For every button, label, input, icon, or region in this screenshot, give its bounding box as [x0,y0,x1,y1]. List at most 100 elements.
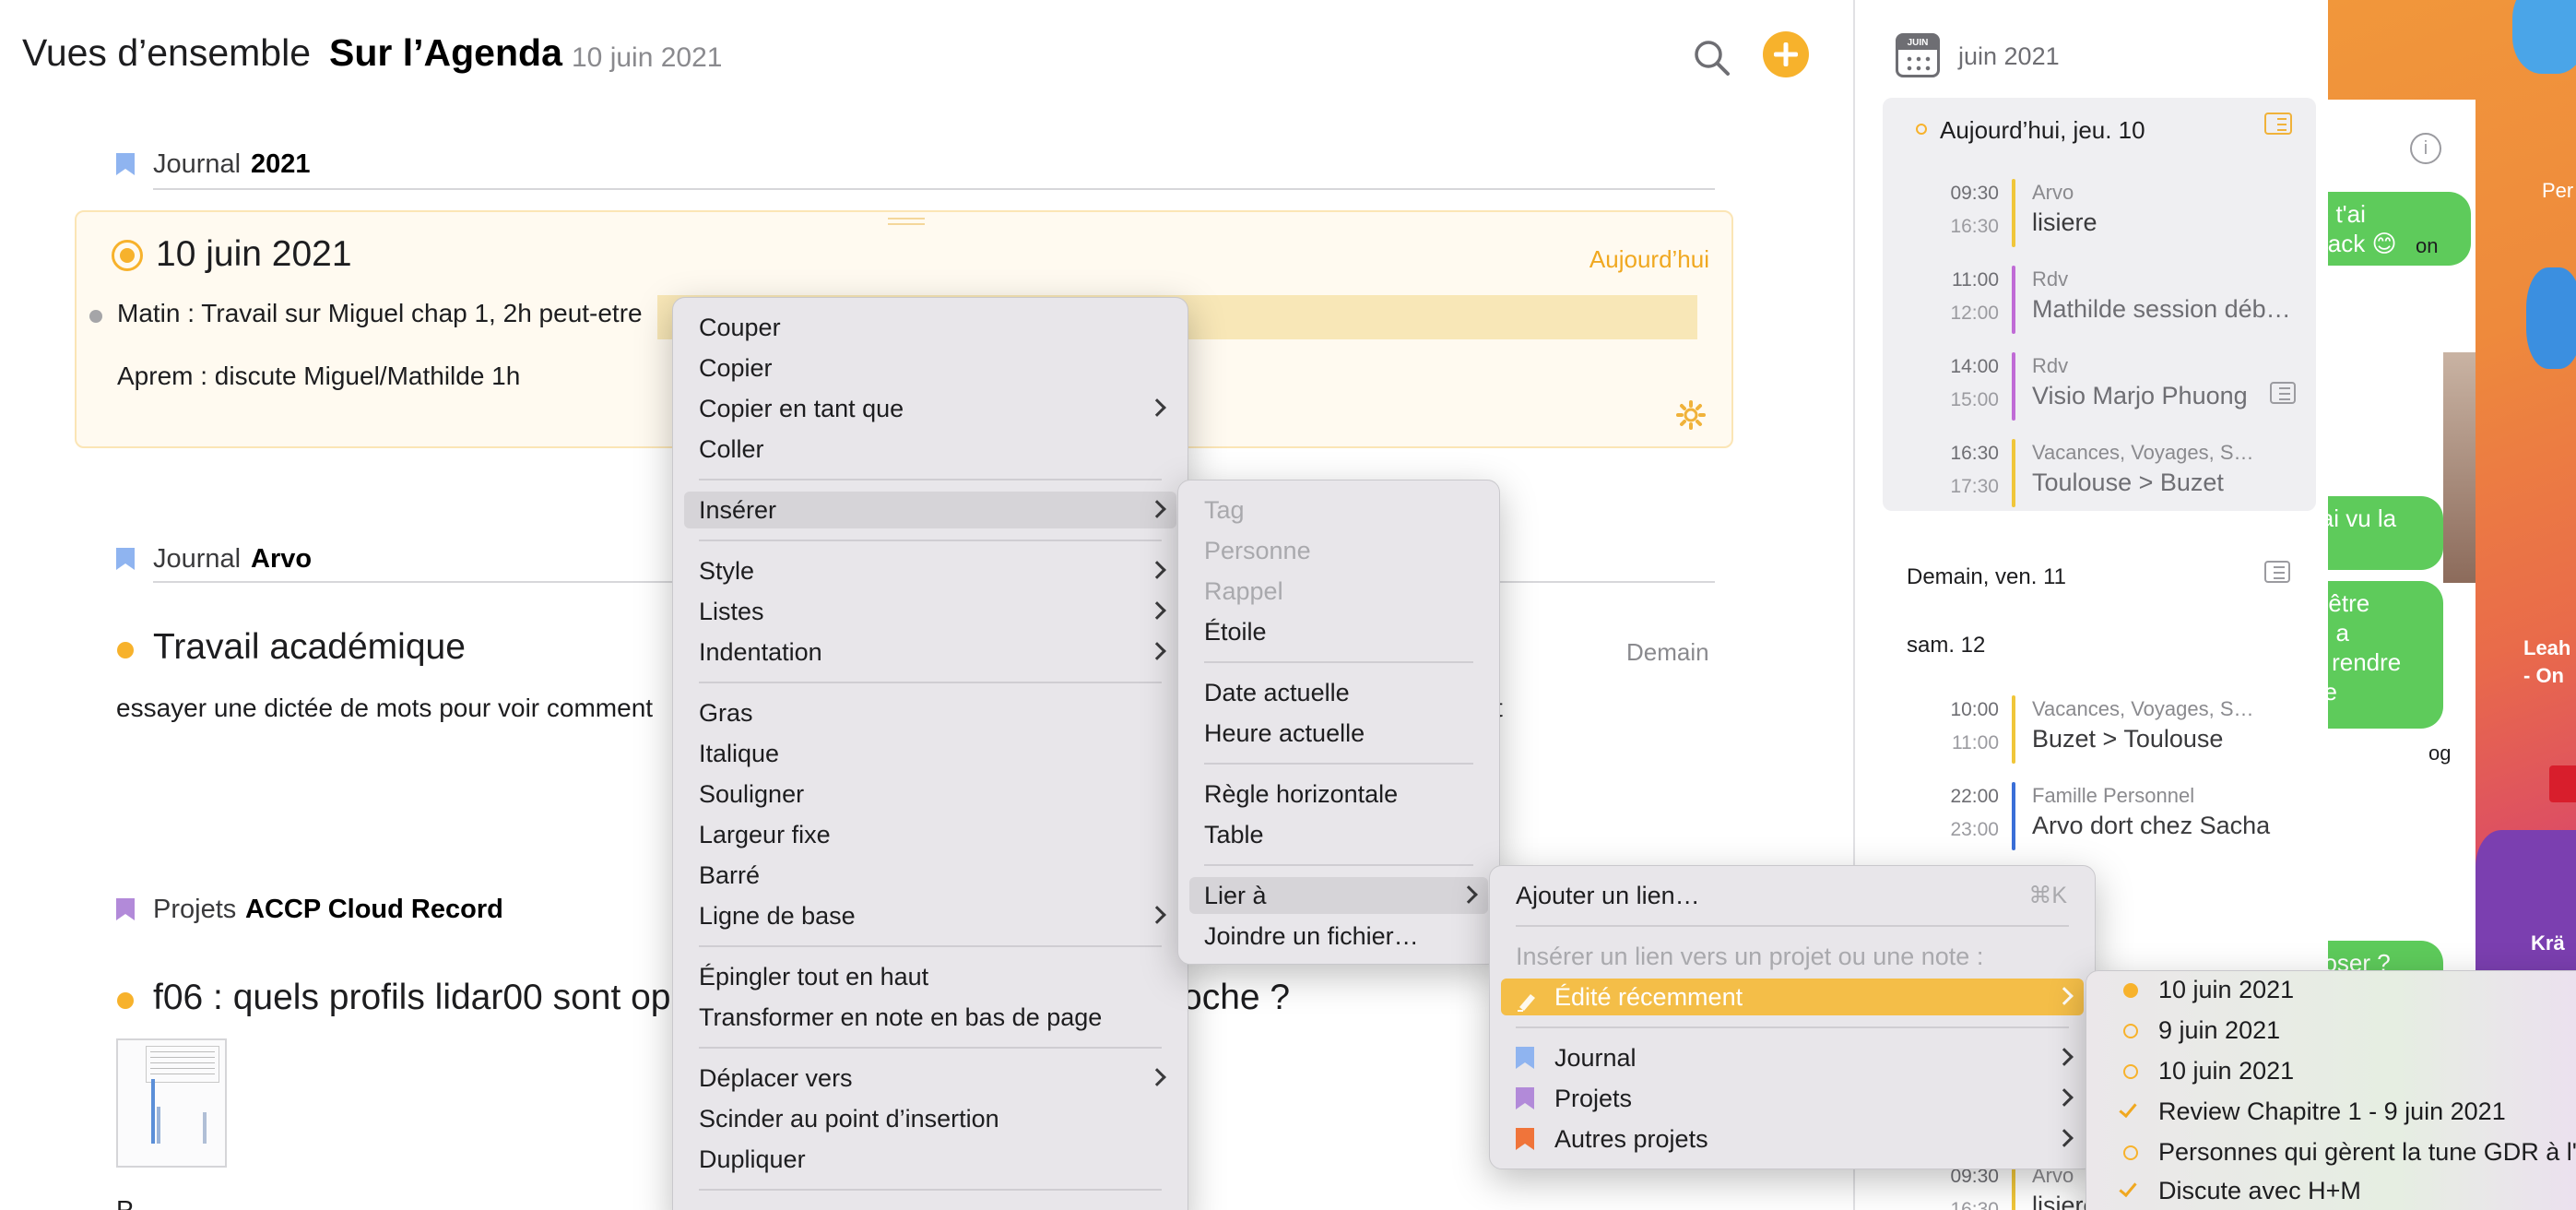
menu-item-indentation[interactable]: Indentation [684,634,1176,670]
gear-icon[interactable] [1676,400,1706,430]
recent-item[interactable]: 10 juin 2021 [2097,1052,2576,1089]
note-icon[interactable] [2270,382,2296,404]
note-title[interactable]: f06 : quels profils lidar00 sont op [153,978,671,1018]
event-color-bar [2012,352,2015,421]
agenda-event[interactable]: 11:00 12:00 Rdv Mathilde session déb… [1883,262,2316,339]
section-header-journal-arvo[interactable]: Journal Arvo [116,537,669,583]
chevron-right-icon [2055,1048,2074,1066]
pen-icon [1516,986,1540,1023]
menu-item-heure-actuelle[interactable]: Heure actuelle [1189,715,1488,752]
add-button[interactable] [1763,31,1809,77]
info-icon[interactable]: i [2410,133,2441,164]
menu-item-table[interactable]: Table [1189,816,1488,853]
recent-item[interactable]: Review Chapitre 1 - 9 juin 2021 [2097,1093,2576,1130]
section-name: Arvo [251,544,313,574]
drag-handle[interactable] [888,218,925,225]
menu-label: Journal [1554,1044,1637,1072]
event-color-bar [2012,782,2015,850]
menu-item-dupliquer[interactable]: Dupliquer [684,1141,1176,1178]
recent-item[interactable]: 9 juin 2021 [2097,1012,2576,1049]
menu-item-tag: Tag [1189,492,1488,528]
chart-thumbnail[interactable] [116,1038,227,1168]
photo-thumbnail[interactable] [2443,352,2476,583]
agenda-event[interactable]: 09:30 16:30 Arvo lisiere [1883,175,2316,253]
menu-item-lier-a[interactable]: Lier à [1189,877,1488,914]
chevron-right-icon [1148,398,1166,417]
desktop-shape [2549,765,2576,802]
menu-item-etoile[interactable]: Étoile [1189,613,1488,650]
menu-item-joindre-fichier[interactable]: Joindre un fichier… [1189,918,1488,955]
menu-item-transformer-note[interactable]: Transformer en note en bas de page [684,999,1176,1036]
menu-label: Couper [699,314,781,341]
menu-item-regle-horizontale[interactable]: Règle horizontale [1189,776,1488,813]
section-name: ACCP Cloud Record [245,895,503,924]
agenda-day-label[interactable]: sam. 12 [1907,633,1985,658]
agenda-event[interactable]: 16:30 17:30 Vacances, Voyages, S… Toulou… [1883,435,2316,513]
menu-item-scinder[interactable]: Scinder au point d’insertion [684,1100,1176,1137]
menu-item-largeur-fixe[interactable]: Largeur fixe [684,816,1176,853]
bookmark-icon [1516,1128,1534,1150]
menu-item-souligner[interactable]: Souligner [684,776,1176,813]
menu-separator [699,540,1162,541]
agenda-day-label[interactable]: Aujourd’hui, jeu. 10 [1940,116,2145,145]
section-name: 2021 [251,149,311,179]
menu-separator [699,479,1162,480]
agenda-event[interactable]: 10:00 11:00 Vacances, Voyages, S… Buzet … [1883,692,2316,769]
view-label[interactable]: Vues d’ensemble [22,31,311,75]
menu-item-couper[interactable]: Couper [684,309,1176,346]
recent-item[interactable]: Discute avec H+M [2097,1172,2576,1209]
view-name[interactable]: Sur l’Agenda [329,31,562,75]
menu-item-copier[interactable]: Copier [684,350,1176,386]
note-preview[interactable]: essayer une dictée de mots pour voir com… [116,694,653,723]
note-icon[interactable] [2264,561,2290,583]
search-icon[interactable] [1691,37,1733,79]
desktop-label: - On [2523,664,2564,687]
menu-item-epingler[interactable]: Épingler tout en haut [684,958,1176,995]
agenda-event[interactable]: 22:00 23:00 Famille Personnel Arvo dort … [1883,778,2316,856]
menu-label: Date actuelle [1204,679,1350,706]
recent-item[interactable]: 10 juin 2021 [2097,971,2576,1008]
agenda-month[interactable]: juin 2021 [1958,42,2060,71]
menu-item-autres-projets[interactable]: Autres projets [1501,1121,2084,1157]
menu-item-ligne-de-base[interactable]: Ligne de base [684,897,1176,934]
menu-item-projets[interactable]: Projets [1501,1080,2084,1117]
recent-item[interactable]: Personnes qui gèrent la tune GDR à l'IN [2097,1133,2576,1170]
note-status-dot [117,992,134,1009]
agenda-day-label[interactable]: Demain, ven. 11 [1907,564,2066,590]
menu-item-barre[interactable]: Barré [684,857,1176,894]
menu-item-coller[interactable]: Coller [684,431,1176,468]
note-icon[interactable] [2264,113,2292,135]
menu-item-italique[interactable]: Italique [684,735,1176,772]
menu-item-deplacer-vers[interactable]: Déplacer vers [684,1060,1176,1097]
note-title[interactable]: 10 juin 2021 [156,234,352,275]
event-category: Famille Personnel [2032,784,2195,807]
menu-item-gras[interactable]: Gras [684,694,1176,731]
header: Vues d’ensemble Sur l’Agenda 10 juin 202… [0,0,1853,111]
menu-item-journal[interactable]: Journal [1501,1039,2084,1076]
note-line[interactable]: Aprem : discute Miguel/Mathilde 1h [117,362,520,391]
desktop-label: Per [2542,179,2574,202]
menu-item-date-actuelle[interactable]: Date actuelle [1189,674,1488,711]
menu-item-inserer[interactable]: Insérer [684,492,1176,528]
event-title: Mathilde session déb… [2032,295,2291,323]
menu-label: Coller [699,435,764,463]
menu-item-edite-recemment[interactable]: Édité récemment [1501,979,2084,1015]
calendar-icon[interactable]: JUIN [1896,33,1940,77]
note-line[interactable]: Matin : Travail sur Miguel chap 1, 2h pe… [117,299,643,328]
menu-label: Gras [699,699,753,727]
menu-item-style[interactable]: Style [684,552,1176,589]
note-preview[interactable]: P [116,1195,134,1210]
section-header-projets-accp[interactable]: Projets ACCP Cloud Record [116,887,762,933]
menu-separator [1204,864,1473,866]
menu-item-ajouter-lien[interactable]: Ajouter un lien… ⌘K [1501,877,2084,914]
agenda-event[interactable]: 14:00 15:00 Rdv Visio Marjo Phuong [1883,349,2316,426]
menu-label: Indentation [699,638,822,666]
menu-label: Heure actuelle [1204,719,1365,747]
menu-label: Joindre un fichier… [1204,922,1419,950]
event-title: Toulouse > Buzet [2032,469,2224,496]
menu-item-listes[interactable]: Listes [684,593,1176,630]
event-category: Vacances, Voyages, S… [2032,697,2254,720]
menu-item-copier-en-tant-que[interactable]: Copier en tant que [684,390,1176,427]
section-header-journal-2021[interactable]: Journal 2021 [116,142,669,188]
note-title[interactable]: Travail académique [153,627,466,668]
